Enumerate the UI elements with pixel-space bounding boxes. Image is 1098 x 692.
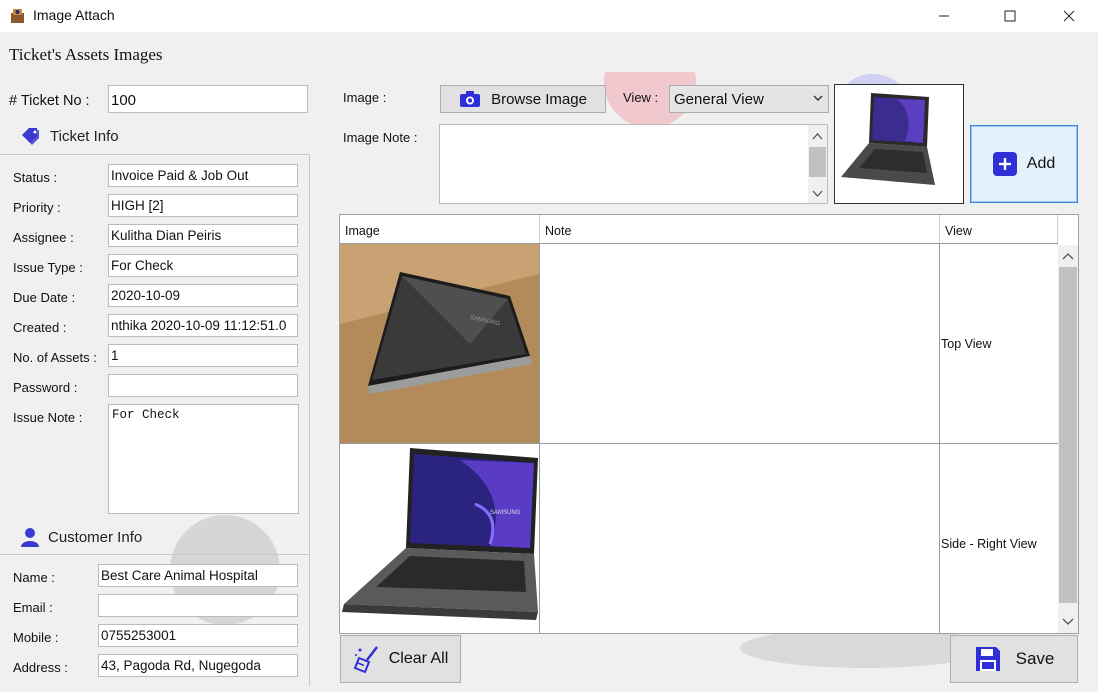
column-header-image: Image (340, 215, 540, 245)
close-button[interactable] (1040, 0, 1098, 32)
minimize-icon (939, 15, 949, 17)
svg-text:SAMSUNG: SAMSUNG (490, 510, 521, 516)
floppy-disk-icon (975, 647, 1000, 671)
password-label: Password : (13, 380, 78, 395)
note-cell (540, 444, 940, 633)
mobile-field[interactable]: 0755253001 (98, 624, 298, 647)
browse-image-button[interactable]: Browse Image (440, 85, 606, 113)
due-date-label: Due Date : (13, 290, 76, 305)
email-label: Email : (13, 600, 53, 615)
issue-type-label: Issue Type : (13, 260, 83, 275)
table-row[interactable]: SAMSUNG Side - Right View (340, 443, 1058, 633)
assignee-label: Assignee : (13, 230, 74, 245)
title-bar: Image Attach (0, 0, 1098, 32)
minimize-button[interactable] (915, 0, 973, 32)
customer-info-heading: Customer Info (20, 527, 142, 547)
broom-icon (353, 646, 378, 674)
save-button[interactable]: Save (950, 635, 1078, 683)
page-title: Ticket's Assets Images (9, 45, 163, 64)
window-title: Image Attach (33, 7, 115, 23)
ticket-no-field[interactable]: 100 (108, 85, 308, 113)
assignee-field[interactable]: Kulitha Dian Peiris (108, 224, 298, 247)
due-date-field[interactable]: 2020-10-09 (108, 284, 298, 307)
add-button[interactable]: Add (970, 125, 1078, 203)
name-label: Name : (13, 570, 55, 585)
clear-all-button[interactable]: Clear All (340, 635, 461, 683)
image-cell: SAMSUNG (340, 244, 540, 444)
priority-label: Priority : (13, 200, 61, 215)
view-select-value: General View (674, 91, 764, 108)
view-cell-text: Side - Right View (941, 537, 1037, 551)
view-cell-text: Top View (941, 337, 992, 351)
mobile-label: Mobile : (13, 630, 59, 645)
view-label: View : (623, 90, 659, 105)
close-icon (1063, 10, 1075, 22)
image-label: Image : (343, 90, 387, 105)
note-cell (540, 244, 940, 444)
created-label: Created : (13, 320, 67, 335)
name-field[interactable]: Best Care Animal Hospital (98, 564, 298, 587)
customer-info-divider (0, 554, 310, 555)
page-header: Ticket's Assets Images (0, 32, 1098, 72)
chevron-down-icon (813, 95, 823, 101)
user-icon (21, 528, 39, 547)
column-header-note: Note (540, 215, 940, 245)
clear-all-label: Clear All (388, 650, 449, 667)
view-cell: Top View (940, 244, 1058, 444)
scroll-arrows-icon (1059, 253, 1077, 625)
camera-icon (460, 91, 481, 107)
ticket-info-divider (0, 154, 310, 155)
save-button-label: Save (1015, 649, 1055, 668)
password-field[interactable] (108, 374, 298, 397)
laptop-top-view-image: SAMSUNG (340, 244, 539, 444)
maximize-icon (1004, 10, 1016, 22)
address-field[interactable]: 43, Pagoda Rd, Nugegoda (98, 654, 298, 677)
tag-icon (22, 128, 39, 145)
email-field[interactable] (98, 594, 298, 617)
image-note-label: Image Note : (343, 130, 418, 145)
plus-icon (992, 152, 1017, 176)
issue-note-label: Issue Note : (13, 410, 83, 425)
status-label: Status : (13, 170, 58, 185)
laptop-preview-image (835, 85, 963, 203)
scroll-arrows-icon (809, 133, 826, 197)
image-preview (834, 84, 964, 204)
images-table: Image Note View SAMSUNG Top View SAMSUNG… (339, 214, 1079, 634)
left-panel-border (309, 154, 310, 686)
address-label: Address : (13, 660, 68, 675)
status-field[interactable]: Invoice Paid & Job Out (108, 164, 298, 187)
assets-count-label: No. of Assets : (13, 350, 97, 365)
laptop-side-view-image: SAMSUNG (340, 444, 539, 633)
assets-count-field[interactable]: 1 (108, 344, 298, 367)
issue-note-textarea[interactable]: For Check (108, 404, 299, 514)
created-field[interactable]: nthika 2020-10-09 11:12:51.0 (108, 314, 298, 337)
customer-info-title: Customer Info (48, 528, 143, 546)
image-note-scrollbar[interactable] (808, 125, 827, 203)
ticket-info-heading: Ticket Info (20, 127, 119, 145)
browse-image-label: Browse Image (491, 90, 587, 108)
app-icon (11, 9, 24, 23)
ticket-info-title: Ticket Info (50, 127, 119, 145)
table-scrollbar[interactable] (1058, 245, 1078, 633)
priority-field[interactable]: HIGH [2] (108, 194, 298, 217)
ticket-no-label: # Ticket No : (9, 93, 90, 109)
add-button-label: Add (1026, 155, 1056, 172)
table-row[interactable]: SAMSUNG Top View (340, 243, 1058, 444)
view-cell: Side - Right View (940, 444, 1058, 633)
view-select[interactable]: General View (669, 85, 829, 113)
maximize-button[interactable] (981, 0, 1039, 32)
column-header-view: View (940, 215, 1058, 245)
image-cell: SAMSUNG (340, 444, 540, 633)
issue-type-field[interactable]: For Check (108, 254, 298, 277)
image-note-textarea[interactable] (439, 124, 828, 204)
